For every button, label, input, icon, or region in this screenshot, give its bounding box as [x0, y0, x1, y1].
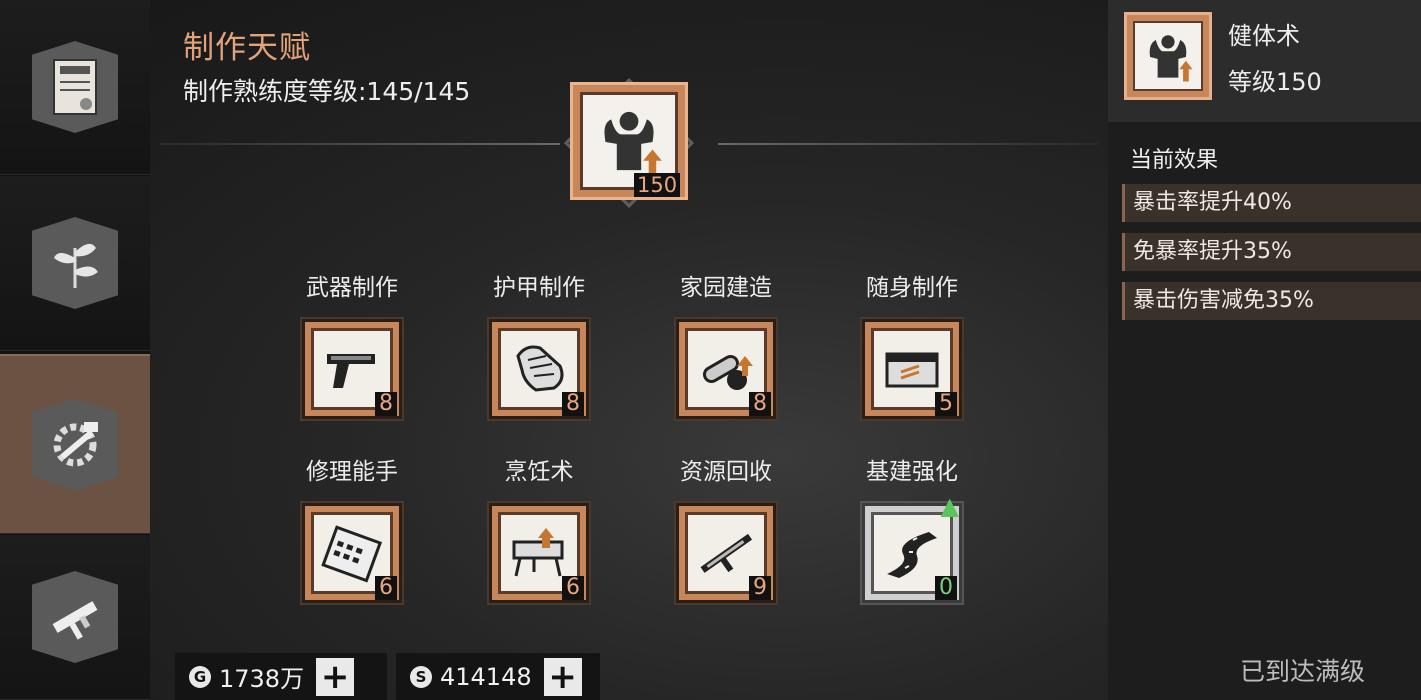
skill-level: 8 — [562, 392, 584, 416]
skill-label: 资源回收 — [680, 459, 772, 485]
effect-row: 暴击率提升40% — [1122, 184, 1421, 222]
silver-currency: S 414148 + — [396, 653, 600, 700]
skill-level: 9 — [749, 576, 771, 600]
talent-name: 健体术 — [1228, 22, 1300, 50]
add-silver-button[interactable]: + — [543, 657, 582, 696]
page-title: 制作天赋 — [183, 30, 311, 66]
skill-repair-master[interactable]: 修理能手 6 — [297, 457, 407, 603]
skill-tile[interactable]: 9 — [676, 503, 776, 603]
max-level-status: 已到达满级 — [1240, 657, 1366, 686]
detail-panel: 健体术 等级150 — [1108, 0, 1421, 700]
skill-label: 家园建造 — [680, 275, 772, 301]
skill-label: 烹饪术 — [504, 459, 574, 485]
divider — [718, 143, 1098, 145]
sidebar-tab-crafting[interactable] — [0, 354, 150, 534]
effect-row: 免暴率提升35% — [1122, 233, 1421, 271]
talent-level: 等级150 — [1228, 68, 1322, 96]
skill-level: 5 — [935, 392, 957, 416]
herb-badge-icon — [32, 217, 118, 309]
trade-certificate-icon — [32, 41, 118, 133]
skill-cooking[interactable]: 烹饪术 6 — [484, 457, 594, 603]
skill-level: 6 — [375, 576, 397, 600]
skill-label: 基建强化 — [866, 459, 958, 485]
skill-tile[interactable]: 8 — [302, 319, 402, 419]
bodybuilder-icon — [1124, 12, 1212, 100]
skill-portable-crafting[interactable]: 随身制作 5 — [857, 273, 967, 419]
skill-label: 护甲制作 — [493, 275, 585, 301]
skill-level: 6 — [562, 576, 584, 600]
effect-title: 当前效果 — [1130, 148, 1219, 173]
main-talent[interactable]: 150 — [548, 62, 710, 224]
skill-tile[interactable]: 6 — [489, 503, 589, 603]
main-talent-level: 150 — [634, 173, 681, 197]
skill-level: 0 — [935, 576, 957, 600]
crafting-gear-hammer-icon — [32, 398, 118, 491]
skill-tile[interactable]: 5 — [862, 319, 962, 419]
gold-coin-icon: G — [189, 665, 211, 688]
gold-currency: G 1738万 + — [175, 653, 387, 700]
skill-level: 8 — [749, 392, 771, 416]
gold-amount: 1738万 — [219, 665, 305, 693]
sidebar-tab-trade[interactable] — [0, 0, 150, 175]
smg-weapon-icon — [32, 571, 118, 663]
skill-level: 8 — [375, 392, 397, 416]
effect-row: 暴击伤害减免35% — [1122, 282, 1421, 320]
skill-armor-crafting[interactable]: 护甲制作 8 — [484, 273, 594, 419]
skill-home-building[interactable]: 家园建造 8 — [671, 273, 781, 419]
divider — [160, 143, 560, 145]
sidebar-tab-herb[interactable] — [0, 176, 150, 351]
skill-weapon-crafting[interactable]: 武器制作 8 — [297, 273, 407, 419]
skill-tile[interactable]: ▲ 0 — [862, 494, 962, 603]
silver-amount: 414148 — [440, 662, 532, 691]
skill-resource-recycling[interactable]: 资源回收 9 — [671, 457, 781, 603]
skill-tile[interactable]: 8 — [489, 319, 589, 419]
skill-infrastructure-upgrade[interactable]: 基建强化 ▲ 0 — [857, 457, 967, 603]
skill-label: 随身制作 — [866, 275, 958, 301]
sidebar — [0, 0, 150, 700]
sidebar-tab-weapon[interactable] — [0, 535, 150, 700]
upgrade-arrow-icon: ▲ — [940, 492, 959, 520]
silver-coin-icon: S — [410, 665, 432, 688]
skill-label: 修理能手 — [306, 459, 398, 485]
skill-label: 武器制作 — [306, 275, 398, 301]
skill-tile[interactable]: 8 — [676, 319, 776, 419]
add-gold-button[interactable]: + — [316, 657, 355, 696]
skill-tile[interactable]: 6 — [302, 503, 402, 603]
detail-header: 健体术 等级150 — [1108, 0, 1421, 122]
mastery-level-text: 制作熟练度等级:145/145 — [183, 77, 471, 106]
